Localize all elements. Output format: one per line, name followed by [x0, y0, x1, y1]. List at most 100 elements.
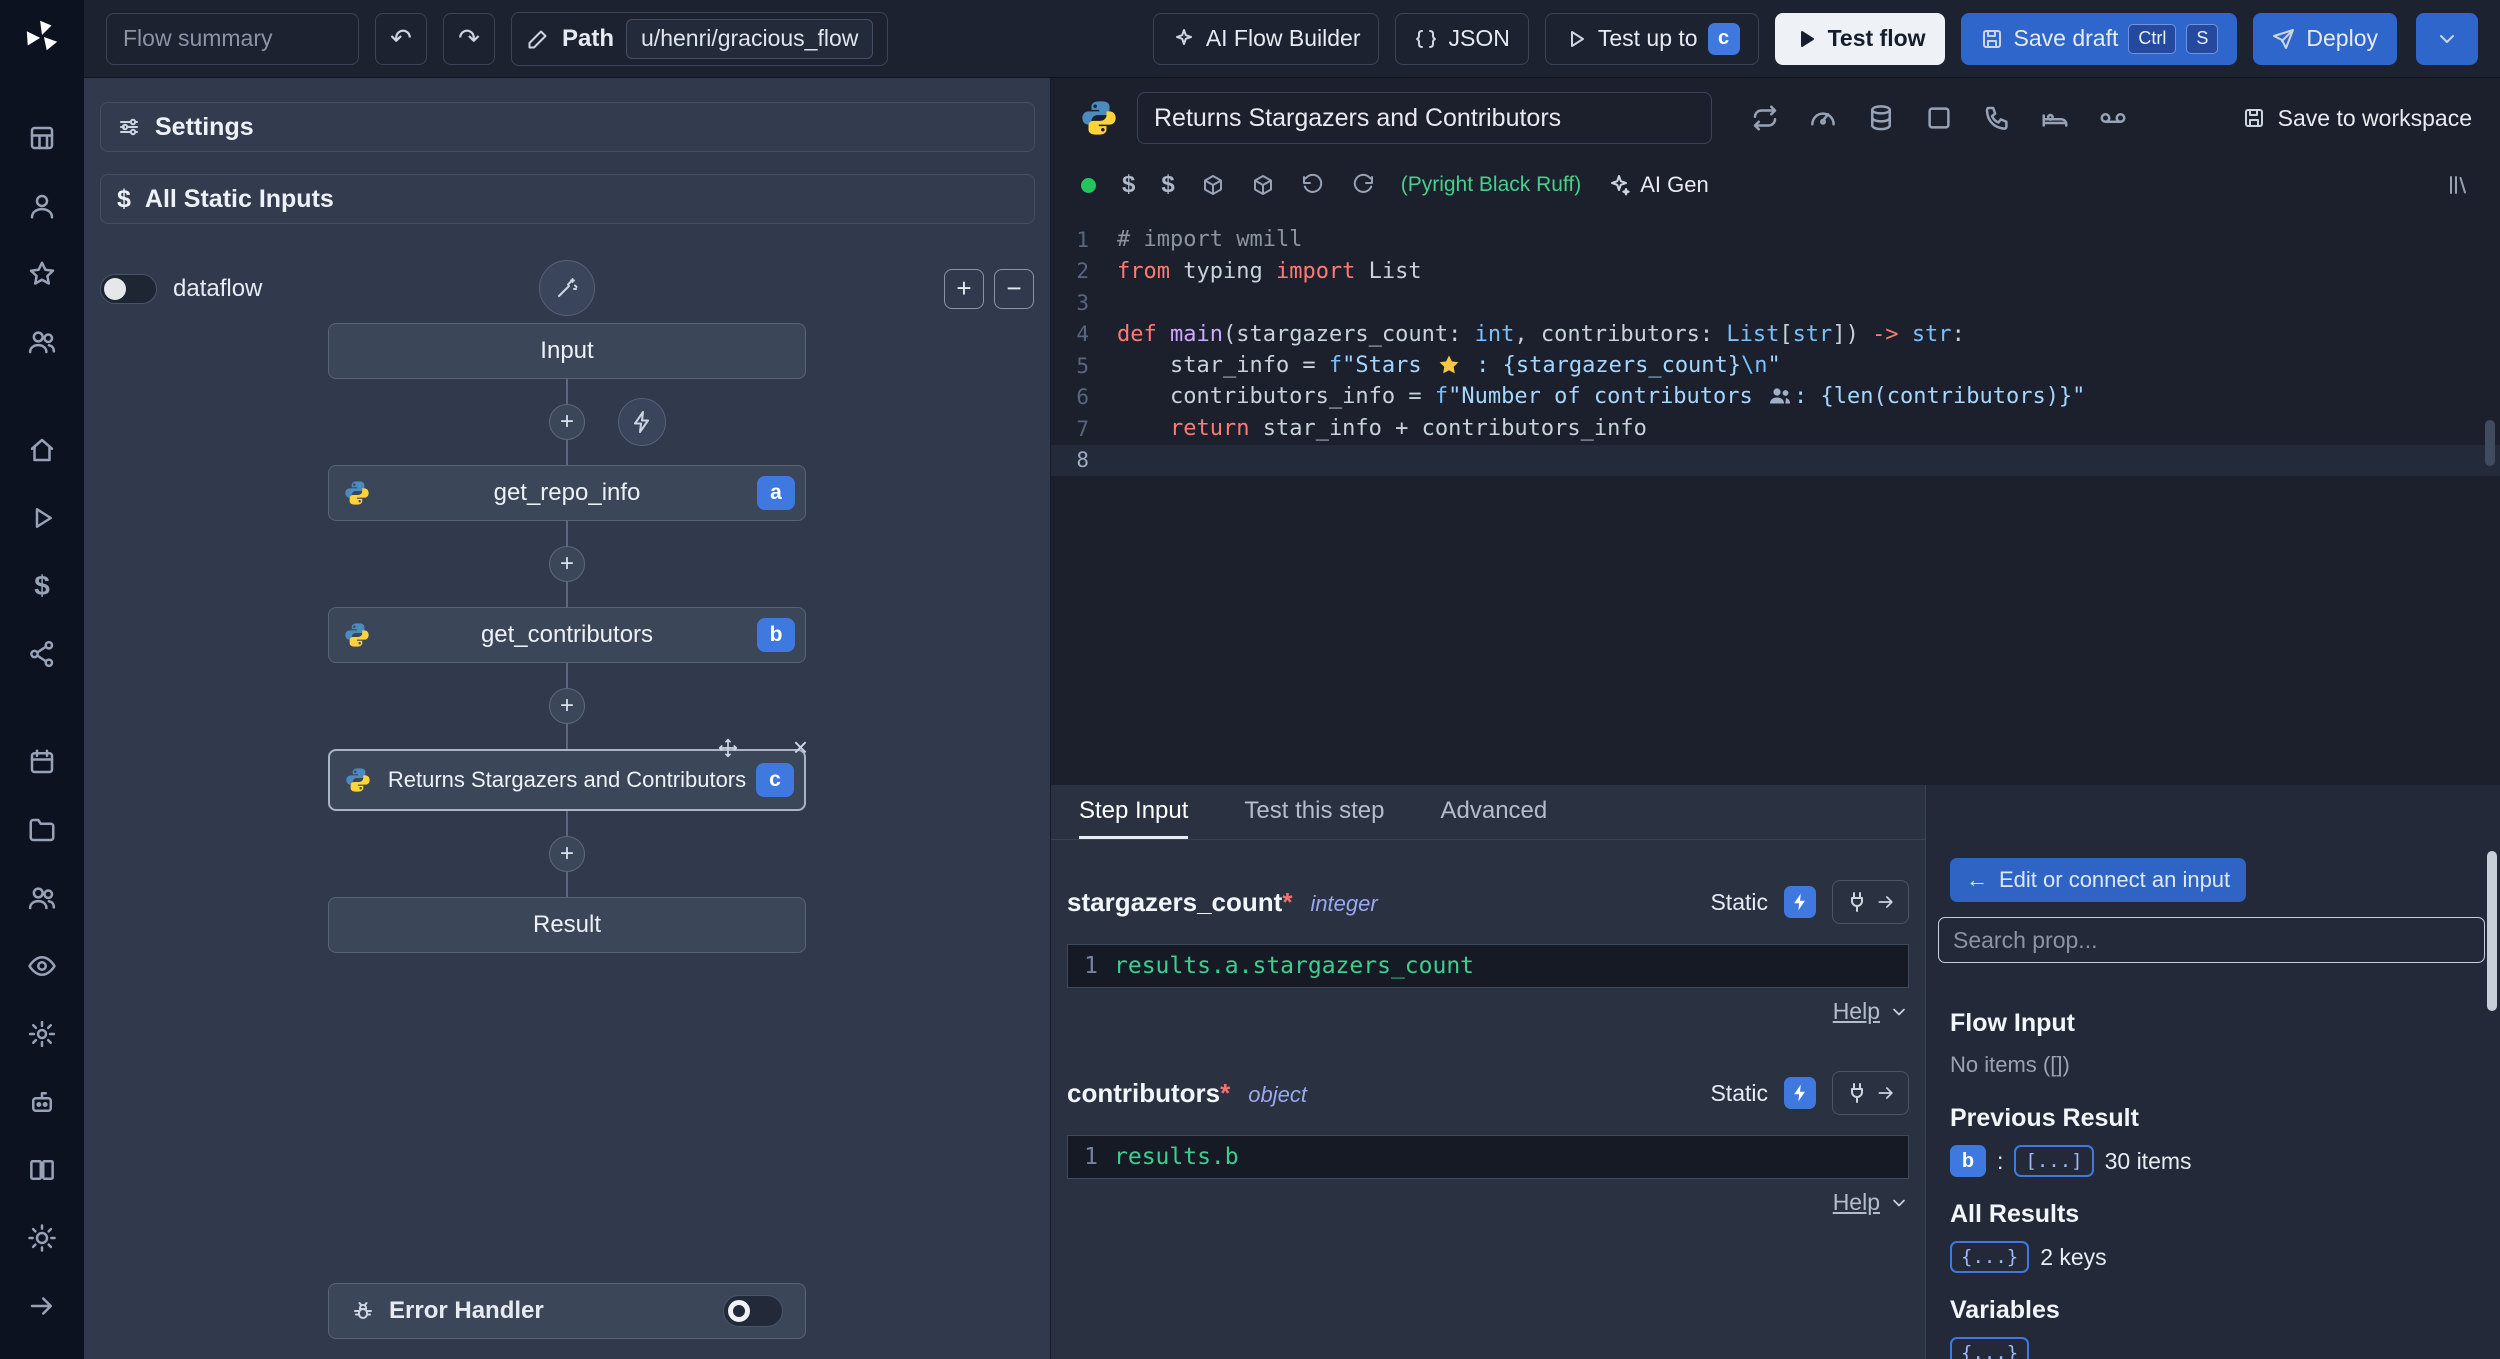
tab-test-this-step[interactable]: Test this step [1244, 785, 1384, 839]
star-icon[interactable] [20, 252, 64, 296]
windmill-flow-editor: $ ↶ ↷ Path u/henri/gracious_flow AI Flow… [0, 0, 2500, 1359]
save-draft-button[interactable]: Save draft Ctrl S [1960, 12, 2238, 65]
code-line[interactable]: 2 from typing import List [1051, 256, 2500, 288]
dataflow-toggle[interactable] [100, 273, 157, 304]
rotate-cw-icon[interactable] [1351, 173, 1375, 197]
error-handler-node[interactable]: Error Handler [328, 1283, 806, 1339]
redo-button[interactable]: ↷ [443, 12, 495, 65]
help-link[interactable]: Help [1067, 998, 1909, 1025]
theme-sun-icon[interactable] [20, 1216, 64, 1260]
field-expression-input[interactable]: 1 results.b [1067, 1135, 1909, 1179]
topbar: ↶ ↷ Path u/henri/gracious_flow AI Flow B… [84, 0, 2500, 78]
code-line[interactable]: 3 [1051, 287, 2500, 319]
zoom-in-button[interactable]: + [944, 268, 984, 309]
step-title-input[interactable] [1137, 92, 1712, 144]
flow-settings-button[interactable]: Settings [100, 102, 1035, 152]
audit-eye-icon[interactable] [20, 944, 64, 988]
collapsed-object-chip[interactable]: {...} [1950, 1337, 2030, 1359]
home-icon[interactable] [20, 428, 64, 472]
deploy-button[interactable]: Deploy [2253, 12, 2397, 65]
ai-flow-builder-button[interactable]: AI Flow Builder [1152, 12, 1380, 65]
variables-dollar-icon[interactable]: $ [20, 564, 64, 608]
flow-summary-input[interactable] [106, 12, 359, 65]
code-line[interactable]: 5 star_info = f"Stars : {stargazers_coun… [1051, 350, 2500, 382]
windmill-logo[interactable] [20, 14, 64, 58]
editor-scrollbar-thumb[interactable] [2485, 420, 2495, 466]
step-node-a[interactable]: get_repo_info a [328, 465, 806, 521]
zoom-out-button[interactable]: − [994, 268, 1034, 309]
input-node[interactable]: Input [328, 323, 806, 379]
code-line[interactable]: 7 return star_info + contributors_info [1051, 413, 2500, 445]
library-icon[interactable] [2446, 173, 2470, 197]
field-expression-input[interactable]: 1 results.a.stargazers_count [1067, 944, 1909, 988]
edit-or-connect-button[interactable]: ← Edit or connect an input [1950, 858, 2247, 902]
add-resource-dollar-icon[interactable]: $ [1161, 171, 1174, 199]
test-flow-button[interactable]: Test flow [1774, 12, 1945, 65]
gauge-icon[interactable] [1808, 103, 1838, 133]
close-icon[interactable]: × [793, 734, 808, 760]
workers-robot-icon[interactable] [20, 1080, 64, 1124]
rotate-ccw-icon[interactable] [1301, 173, 1325, 197]
static-mode-toggle[interactable] [1784, 1077, 1816, 1109]
connect-input-button[interactable] [1832, 880, 1909, 924]
result-node[interactable]: Result [328, 897, 806, 953]
colon: : [1997, 1147, 2004, 1174]
cycle-icon[interactable] [1750, 103, 1780, 133]
undo-button[interactable]: ↶ [375, 12, 427, 65]
all-static-inputs-button[interactable]: $ All Static Inputs [100, 174, 1035, 224]
ai-gen-button[interactable]: AI Gen [1607, 172, 1709, 198]
add-step-button[interactable]: + [549, 836, 585, 872]
ai-wand-button[interactable] [539, 260, 595, 316]
code-lines[interactable]: 1 # import wmill 2 from typing import List 3… [1051, 212, 2500, 785]
step-node-b[interactable]: get_contributors b [328, 607, 806, 663]
static-mode-toggle[interactable] [1784, 886, 1816, 918]
code-line[interactable]: 8 [1051, 444, 2500, 476]
add-step-button[interactable]: + [549, 688, 585, 724]
save-to-workspace-button[interactable]: Save to workspace [2242, 105, 2472, 132]
box-icon[interactable] [1924, 103, 1954, 133]
path-value[interactable]: u/henri/gracious_flow [626, 18, 874, 59]
schedules-calendar-icon[interactable] [20, 740, 64, 784]
path-box[interactable]: Path u/henri/gracious_flow [511, 11, 889, 66]
search-prop-input[interactable] [1938, 917, 2485, 963]
tab-advanced[interactable]: Advanced [1440, 785, 1547, 839]
add-variable-dollar-icon[interactable]: $ [1122, 171, 1135, 199]
phone-icon[interactable] [1982, 103, 2012, 133]
apps-grid-icon[interactable] [20, 116, 64, 160]
resources-hub-icon[interactable] [20, 632, 64, 676]
move-handle-icon[interactable] [718, 738, 738, 758]
package-icon[interactable] [1201, 173, 1225, 197]
layout-columns-icon[interactable] [20, 1148, 64, 1192]
code-line[interactable]: 6 contributors_info = f"Number of contri… [1051, 382, 2500, 414]
package-icon-2[interactable] [1251, 173, 1275, 197]
result-key-badge[interactable]: b [1950, 1145, 1986, 1177]
trigger-bolt-button[interactable] [618, 398, 666, 446]
collapsed-array-chip[interactable]: [...] [2014, 1145, 2094, 1177]
runs-play-icon[interactable] [20, 496, 64, 540]
folders-icon[interactable] [20, 808, 64, 852]
help-link[interactable]: Help [1067, 1189, 1909, 1216]
error-handler-toggle[interactable] [723, 1295, 783, 1327]
collapsed-object-chip[interactable]: {...} [1950, 1241, 2030, 1273]
props-scrollbar-thumb[interactable] [2487, 851, 2497, 1011]
add-step-button[interactable]: + [549, 546, 585, 582]
database-icon[interactable] [1866, 103, 1896, 133]
voicemail-icon[interactable] [2098, 103, 2128, 133]
collapse-arrow-icon[interactable] [20, 1284, 64, 1328]
code-line[interactable]: 4 def main(stargazers_count: int, contrib… [1051, 319, 2500, 351]
add-step-button[interactable]: + [549, 404, 585, 440]
json-button[interactable]: JSON [1395, 12, 1529, 65]
test-up-to-button[interactable]: Test up to c [1544, 12, 1759, 65]
code-line[interactable]: 1 # import wmill [1051, 224, 2500, 256]
field-row: stargazers_count * integer Static [1067, 880, 1909, 924]
connect-input-button[interactable] [1832, 1071, 1909, 1115]
sleep-bed-icon[interactable] [2040, 103, 2070, 133]
users-icon[interactable] [20, 320, 64, 364]
step-node-c-selected[interactable]: × Returns Stargazers and Contributors c [328, 734, 808, 811]
assistants-label[interactable]: (Pyright Black Ruff) [1401, 173, 1582, 197]
user-icon[interactable] [20, 184, 64, 228]
settings-gear-icon[interactable] [20, 1012, 64, 1056]
deploy-more-button[interactable] [2416, 12, 2478, 65]
tab-step-input[interactable]: Step Input [1079, 785, 1189, 839]
groups-icon[interactable] [20, 876, 64, 920]
